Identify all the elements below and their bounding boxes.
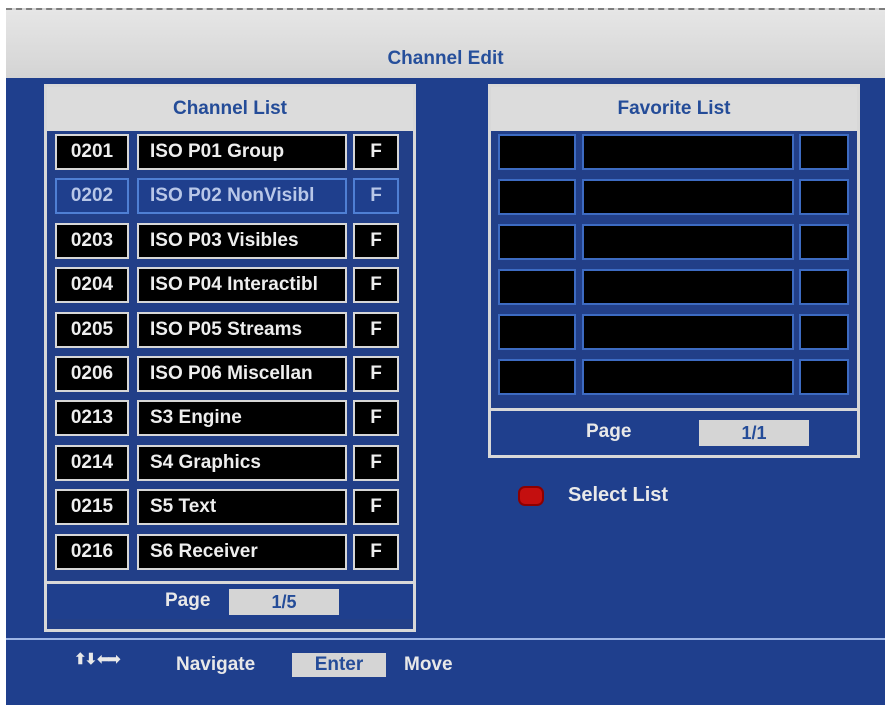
- tv-screen: Channel Edit Channel List 0201 ISO P01 Gr…: [6, 8, 885, 705]
- favorite-flag: F: [353, 222, 399, 259]
- favorite-page-value: 1/1: [699, 420, 809, 446]
- channel-list-rows: 0201 ISO P01 Group F 0202 ISO P02 NonVisibl F…: [47, 131, 413, 575]
- favorite-flag: F: [353, 311, 399, 348]
- move-label: Move: [404, 654, 453, 675]
- favorite-list-panel: Favorite List Page 1/1: [488, 84, 860, 458]
- channel-row[interactable]: 0203 ISO P03 Visibles F: [47, 220, 413, 264]
- channel-name: ISO P05 Streams: [137, 311, 347, 348]
- channel-row[interactable]: 0216 S6 Receiver F: [47, 531, 413, 575]
- favorite-number-slot: [498, 179, 576, 215]
- favorite-row[interactable]: [491, 311, 857, 355]
- channel-name: ISO P06 Miscellan: [137, 356, 347, 392]
- favorite-name-slot: [582, 134, 794, 170]
- title-bar: Channel Edit: [6, 8, 885, 78]
- channel-row[interactable]: 0215 S5 Text F: [47, 486, 413, 530]
- channel-row[interactable]: 0214 S4 Graphics F: [47, 442, 413, 486]
- channel-page-value: 1/5: [229, 589, 339, 615]
- favorite-flag: F: [353, 267, 399, 304]
- channel-number: 0216: [55, 533, 129, 570]
- favorite-flag: F: [353, 489, 399, 526]
- channel-name: ISO P01 Group: [137, 134, 347, 170]
- channel-row[interactable]: 0213 S3 Engine F: [47, 397, 413, 441]
- channel-row[interactable]: 0202 ISO P02 NonVisibl F: [47, 175, 413, 219]
- favorite-flag-slot: [799, 359, 849, 395]
- channel-number: 0203: [55, 222, 129, 259]
- channel-row[interactable]: 0201 ISO P01 Group F: [47, 131, 413, 175]
- favorite-flag: F: [353, 356, 399, 392]
- favorite-list-rows: [491, 131, 857, 401]
- favorite-flag: F: [353, 444, 399, 481]
- favorite-flag-slot: [799, 224, 849, 260]
- channel-number: 0206: [55, 356, 129, 392]
- channel-page-bar: Page 1/5: [47, 581, 413, 619]
- red-button-icon: [518, 486, 544, 506]
- channel-number: 0215: [55, 489, 129, 526]
- favorite-flag: F: [353, 400, 399, 437]
- channel-number: 0202: [55, 178, 129, 215]
- favorite-name-slot: [582, 269, 794, 305]
- favorite-name-slot: [582, 359, 794, 395]
- favorite-flag-slot: [799, 179, 849, 215]
- channel-row[interactable]: 0204 ISO P04 Interactibl F: [47, 264, 413, 308]
- channel-list-title: Channel List: [47, 87, 413, 131]
- channel-name: ISO P04 Interactibl: [137, 267, 347, 304]
- channel-name: S3 Engine: [137, 400, 347, 437]
- favorite-flag: F: [353, 178, 399, 215]
- favorite-flag: F: [353, 533, 399, 570]
- favorite-number-slot: [498, 224, 576, 260]
- channel-name: ISO P02 NonVisibl: [137, 178, 347, 215]
- favorite-number-slot: [498, 359, 576, 395]
- page-title: Channel Edit: [387, 48, 504, 69]
- channel-name: S6 Receiver: [137, 533, 347, 570]
- channel-name: S4 Graphics: [137, 444, 347, 481]
- favorite-row[interactable]: [491, 356, 857, 400]
- favorite-flag: F: [353, 134, 399, 170]
- favorite-number-slot: [498, 134, 576, 170]
- favorite-row[interactable]: [491, 221, 857, 265]
- favorite-flag-slot: [799, 134, 849, 170]
- favorite-row[interactable]: [491, 176, 857, 220]
- channel-page-label: Page: [165, 590, 211, 611]
- favorite-row[interactable]: [491, 131, 857, 175]
- channel-name: S5 Text: [137, 489, 347, 526]
- channel-row[interactable]: 0206 ISO P06 Miscellan F: [47, 353, 413, 397]
- channel-name: ISO P03 Visibles: [137, 222, 347, 259]
- channel-number: 0213: [55, 400, 129, 437]
- favorite-name-slot: [582, 179, 794, 215]
- favorite-name-slot: [582, 224, 794, 260]
- footer-divider: [6, 638, 885, 640]
- favorite-flag-slot: [799, 314, 849, 350]
- navigate-arrows-icon: ⬆⬇ ⬅➡: [74, 651, 120, 668]
- favorite-flag-slot: [799, 269, 849, 305]
- favorite-row[interactable]: [491, 266, 857, 310]
- enter-key[interactable]: Enter: [292, 653, 386, 677]
- footer-help-bar: ⬆⬇ ⬅➡ Navigate Enter Move: [6, 646, 885, 686]
- channel-number: 0205: [55, 311, 129, 348]
- channel-row[interactable]: 0205 ISO P05 Streams F: [47, 309, 413, 353]
- channel-number: 0201: [55, 134, 129, 170]
- channel-list-panel: Channel List 0201 ISO P01 Group F 0202 ISO P…: [44, 84, 416, 632]
- favorite-list-title: Favorite List: [491, 87, 857, 131]
- select-list-label: Select List: [568, 484, 669, 506]
- favorite-page-label: Page: [586, 421, 632, 442]
- favorite-name-slot: [582, 314, 794, 350]
- favorite-page-bar: Page 1/1: [491, 408, 857, 455]
- channel-number: 0214: [55, 444, 129, 481]
- favorite-number-slot: [498, 269, 576, 305]
- favorite-number-slot: [498, 314, 576, 350]
- navigate-label: Navigate: [176, 654, 256, 675]
- channel-number: 0204: [55, 267, 129, 304]
